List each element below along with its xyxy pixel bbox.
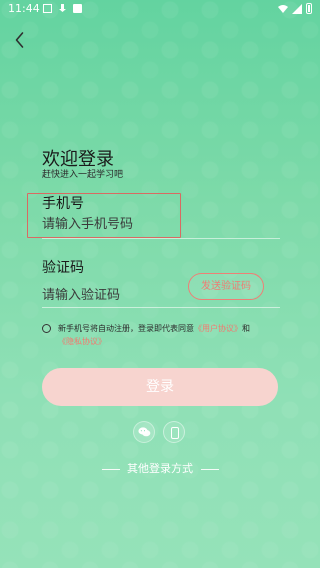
left-divider-line [101,468,120,470]
back-arrow-icon [15,32,24,48]
right-divider-line [200,468,219,470]
status-bar: 11:44 [0,0,320,18]
send-code-button[interactable]: 发送验证码 [188,273,264,300]
agreement-checkbox[interactable] [42,324,51,333]
signal-icon [292,3,302,14]
phone-input[interactable] [42,213,282,235]
wifi-icon [278,4,288,13]
agreement-prefix: 新手机号将自动注册，登录即代表同意 [58,324,194,333]
other-login-methods: 其他登录方式 [0,460,320,476]
app-notification-icon [73,4,82,13]
phone-icon [171,427,179,439]
verification-code-input[interactable] [42,284,182,306]
phone-divider [42,238,280,239]
system-icons [278,3,312,14]
page-subtitle: 赶快进入一起学习吧 [42,170,124,180]
image-notification-icon [43,4,52,13]
phone-label: 手机号 [42,196,84,212]
user-agreement-link[interactable]: 《用户协议》 [194,324,242,333]
login-button[interactable]: 登录 [42,368,278,406]
back-button[interactable] [8,28,32,52]
download-icon [58,4,67,13]
wechat-icon [138,427,151,437]
other-login-text: 其他登录方式 [127,462,193,475]
status-time: 11:44 [8,2,40,15]
notification-icons [43,4,82,13]
code-label: 验证码 [42,260,84,276]
phone-login-button[interactable] [163,421,185,443]
agreement-text: 新手机号将自动注册，登录即代表同意《用户协议》和 《隐私协议》 [58,322,278,348]
code-divider [42,307,280,308]
battery-icon [306,3,312,14]
wechat-login-button[interactable] [133,421,155,443]
privacy-policy-link[interactable]: 《隐私协议》 [58,337,106,346]
login-screen: { "status_bar": { "time": "11:44" }, "lo… [0,0,320,568]
agreement-and-text: 和 [242,324,250,333]
